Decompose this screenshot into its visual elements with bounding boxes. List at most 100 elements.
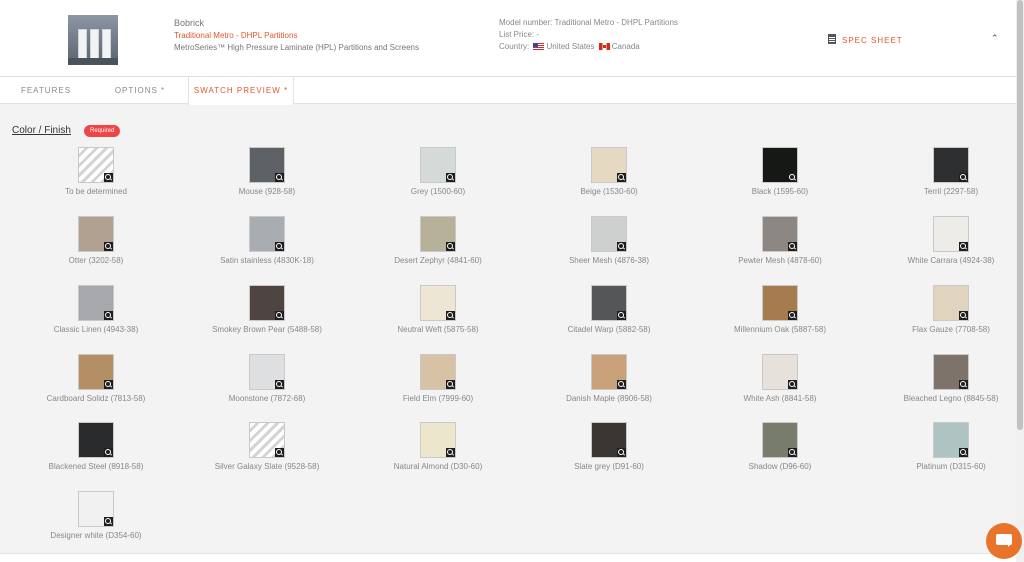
swatch-chip[interactable] bbox=[249, 285, 285, 321]
swatch-item[interactable]: Satin stainless (4830K-18) bbox=[187, 216, 347, 265]
swatch-chip[interactable] bbox=[420, 216, 456, 252]
swatch-item[interactable]: Neutral Weft (5875-58) bbox=[358, 285, 518, 334]
swatch-chip[interactable] bbox=[762, 216, 798, 252]
swatch-chip[interactable] bbox=[78, 491, 114, 527]
swatch-item[interactable]: Sheer Mesh (4876-38) bbox=[529, 216, 689, 265]
swatch-chip[interactable] bbox=[762, 354, 798, 390]
zoom-icon[interactable] bbox=[617, 173, 626, 182]
zoom-icon[interactable] bbox=[788, 448, 797, 457]
swatch-item[interactable]: Black (1595-60) bbox=[700, 147, 860, 196]
swatch-chip[interactable] bbox=[420, 147, 456, 183]
swatch-item[interactable]: Terril (2297-58) bbox=[871, 147, 1024, 196]
zoom-icon[interactable] bbox=[104, 242, 113, 251]
swatch-item[interactable]: Citadel Warp (5882-58) bbox=[529, 285, 689, 334]
zoom-icon[interactable] bbox=[104, 517, 113, 526]
swatch-item[interactable]: Platinum (D315-60) bbox=[871, 422, 1024, 471]
zoom-icon[interactable] bbox=[104, 448, 113, 457]
swatch-item[interactable]: White Carrara (4924-38) bbox=[871, 216, 1024, 265]
zoom-icon[interactable] bbox=[617, 242, 626, 251]
zoom-icon[interactable] bbox=[104, 311, 113, 320]
spec-sheet-link[interactable]: SPEC SHEET bbox=[828, 34, 903, 45]
zoom-icon[interactable] bbox=[788, 380, 797, 389]
swatch-chip[interactable] bbox=[78, 422, 114, 458]
swatch-chip[interactable] bbox=[762, 285, 798, 321]
swatch-chip[interactable] bbox=[933, 422, 969, 458]
swatch-item[interactable]: Millennium Oak (5887-58) bbox=[700, 285, 860, 334]
zoom-icon[interactable] bbox=[446, 311, 455, 320]
swatch-item[interactable]: Slate grey (D91-60) bbox=[529, 422, 689, 471]
zoom-icon[interactable] bbox=[104, 173, 113, 182]
tab-swatch-preview[interactable]: SWATCH PREVIEW * bbox=[188, 77, 294, 105]
zoom-icon[interactable] bbox=[788, 242, 797, 251]
swatch-item[interactable]: Desert Zephyr (4841-60) bbox=[358, 216, 518, 265]
page-scrollbar[interactable] bbox=[1016, 0, 1024, 562]
swatch-item[interactable]: Silver Galaxy Slate (9528-58) bbox=[187, 422, 347, 471]
tab-features[interactable]: FEATURES bbox=[0, 77, 92, 104]
zoom-icon[interactable] bbox=[617, 311, 626, 320]
collapse-chevron-icon[interactable]: ⌃ bbox=[991, 33, 999, 44]
zoom-icon[interactable] bbox=[446, 173, 455, 182]
swatch-chip[interactable] bbox=[78, 147, 114, 183]
swatch-item[interactable]: Smokey Brown Pear (5488-58) bbox=[187, 285, 347, 334]
swatch-chip[interactable] bbox=[591, 216, 627, 252]
swatch-item[interactable]: Mouse (928-58) bbox=[187, 147, 347, 196]
swatch-item[interactable]: Grey (1500-60) bbox=[358, 147, 518, 196]
zoom-icon[interactable] bbox=[788, 311, 797, 320]
chat-button[interactable] bbox=[986, 523, 1022, 559]
swatch-item[interactable]: Blackened Steel (8918-58) bbox=[16, 422, 176, 471]
swatch-chip[interactable] bbox=[933, 216, 969, 252]
zoom-icon[interactable] bbox=[446, 380, 455, 389]
zoom-icon[interactable] bbox=[959, 173, 968, 182]
swatch-item[interactable]: Bleached Legno (8845-58) bbox=[871, 354, 1024, 403]
swatch-item[interactable]: Moonstone (7872-68) bbox=[187, 354, 347, 403]
swatch-chip[interactable] bbox=[78, 285, 114, 321]
zoom-icon[interactable] bbox=[275, 448, 284, 457]
swatch-chip[interactable] bbox=[591, 147, 627, 183]
swatch-chip[interactable] bbox=[420, 285, 456, 321]
swatch-chip[interactable] bbox=[249, 422, 285, 458]
zoom-icon[interactable] bbox=[446, 242, 455, 251]
swatch-item[interactable]: Otter (3202-58) bbox=[16, 216, 176, 265]
swatch-chip[interactable] bbox=[933, 285, 969, 321]
swatch-chip[interactable] bbox=[249, 216, 285, 252]
swatch-chip[interactable] bbox=[420, 354, 456, 390]
swatch-chip[interactable] bbox=[249, 354, 285, 390]
swatch-chip[interactable] bbox=[933, 147, 969, 183]
zoom-icon[interactable] bbox=[617, 380, 626, 389]
swatch-item[interactable]: Field Elm (7999-60) bbox=[358, 354, 518, 403]
zoom-icon[interactable] bbox=[788, 173, 797, 182]
swatch-chip[interactable] bbox=[420, 422, 456, 458]
zoom-icon[interactable] bbox=[959, 380, 968, 389]
swatch-item[interactable]: Natural Almond (D30-60) bbox=[358, 422, 518, 471]
zoom-icon[interactable] bbox=[959, 448, 968, 457]
zoom-icon[interactable] bbox=[275, 311, 284, 320]
zoom-icon[interactable] bbox=[104, 380, 113, 389]
zoom-icon[interactable] bbox=[275, 242, 284, 251]
swatch-chip[interactable] bbox=[78, 354, 114, 390]
scrollbar-thumb[interactable] bbox=[1017, 0, 1023, 430]
swatch-chip[interactable] bbox=[762, 147, 798, 183]
product-name[interactable]: Traditional Metro - DHPL Partitions bbox=[174, 31, 297, 40]
swatch-item[interactable]: Classic Linen (4943-38) bbox=[16, 285, 176, 334]
swatch-item[interactable]: Designer white (D354-60) bbox=[16, 491, 176, 540]
swatch-chip[interactable] bbox=[933, 354, 969, 390]
swatch-item[interactable]: Cardboard Solidz (7813-58) bbox=[16, 354, 176, 403]
swatch-chip[interactable] bbox=[78, 216, 114, 252]
zoom-icon[interactable] bbox=[617, 448, 626, 457]
zoom-icon[interactable] bbox=[275, 380, 284, 389]
swatch-item[interactable]: Flax Gauze (7708-58) bbox=[871, 285, 1024, 334]
swatch-chip[interactable] bbox=[591, 354, 627, 390]
zoom-icon[interactable] bbox=[959, 311, 968, 320]
swatch-chip[interactable] bbox=[249, 147, 285, 183]
swatch-chip[interactable] bbox=[591, 285, 627, 321]
zoom-icon[interactable] bbox=[959, 242, 968, 251]
swatch-item[interactable]: White Ash (8841-58) bbox=[700, 354, 860, 403]
tab-options[interactable]: OPTIONS * bbox=[92, 77, 188, 104]
swatch-item[interactable]: Beige (1530-60) bbox=[529, 147, 689, 196]
swatch-item[interactable]: Danish Maple (8906-58) bbox=[529, 354, 689, 403]
swatch-item[interactable]: Shadow (D96-60) bbox=[700, 422, 860, 471]
zoom-icon[interactable] bbox=[275, 173, 284, 182]
swatch-chip[interactable] bbox=[762, 422, 798, 458]
swatch-item[interactable]: To be determined bbox=[16, 147, 176, 196]
zoom-icon[interactable] bbox=[446, 448, 455, 457]
